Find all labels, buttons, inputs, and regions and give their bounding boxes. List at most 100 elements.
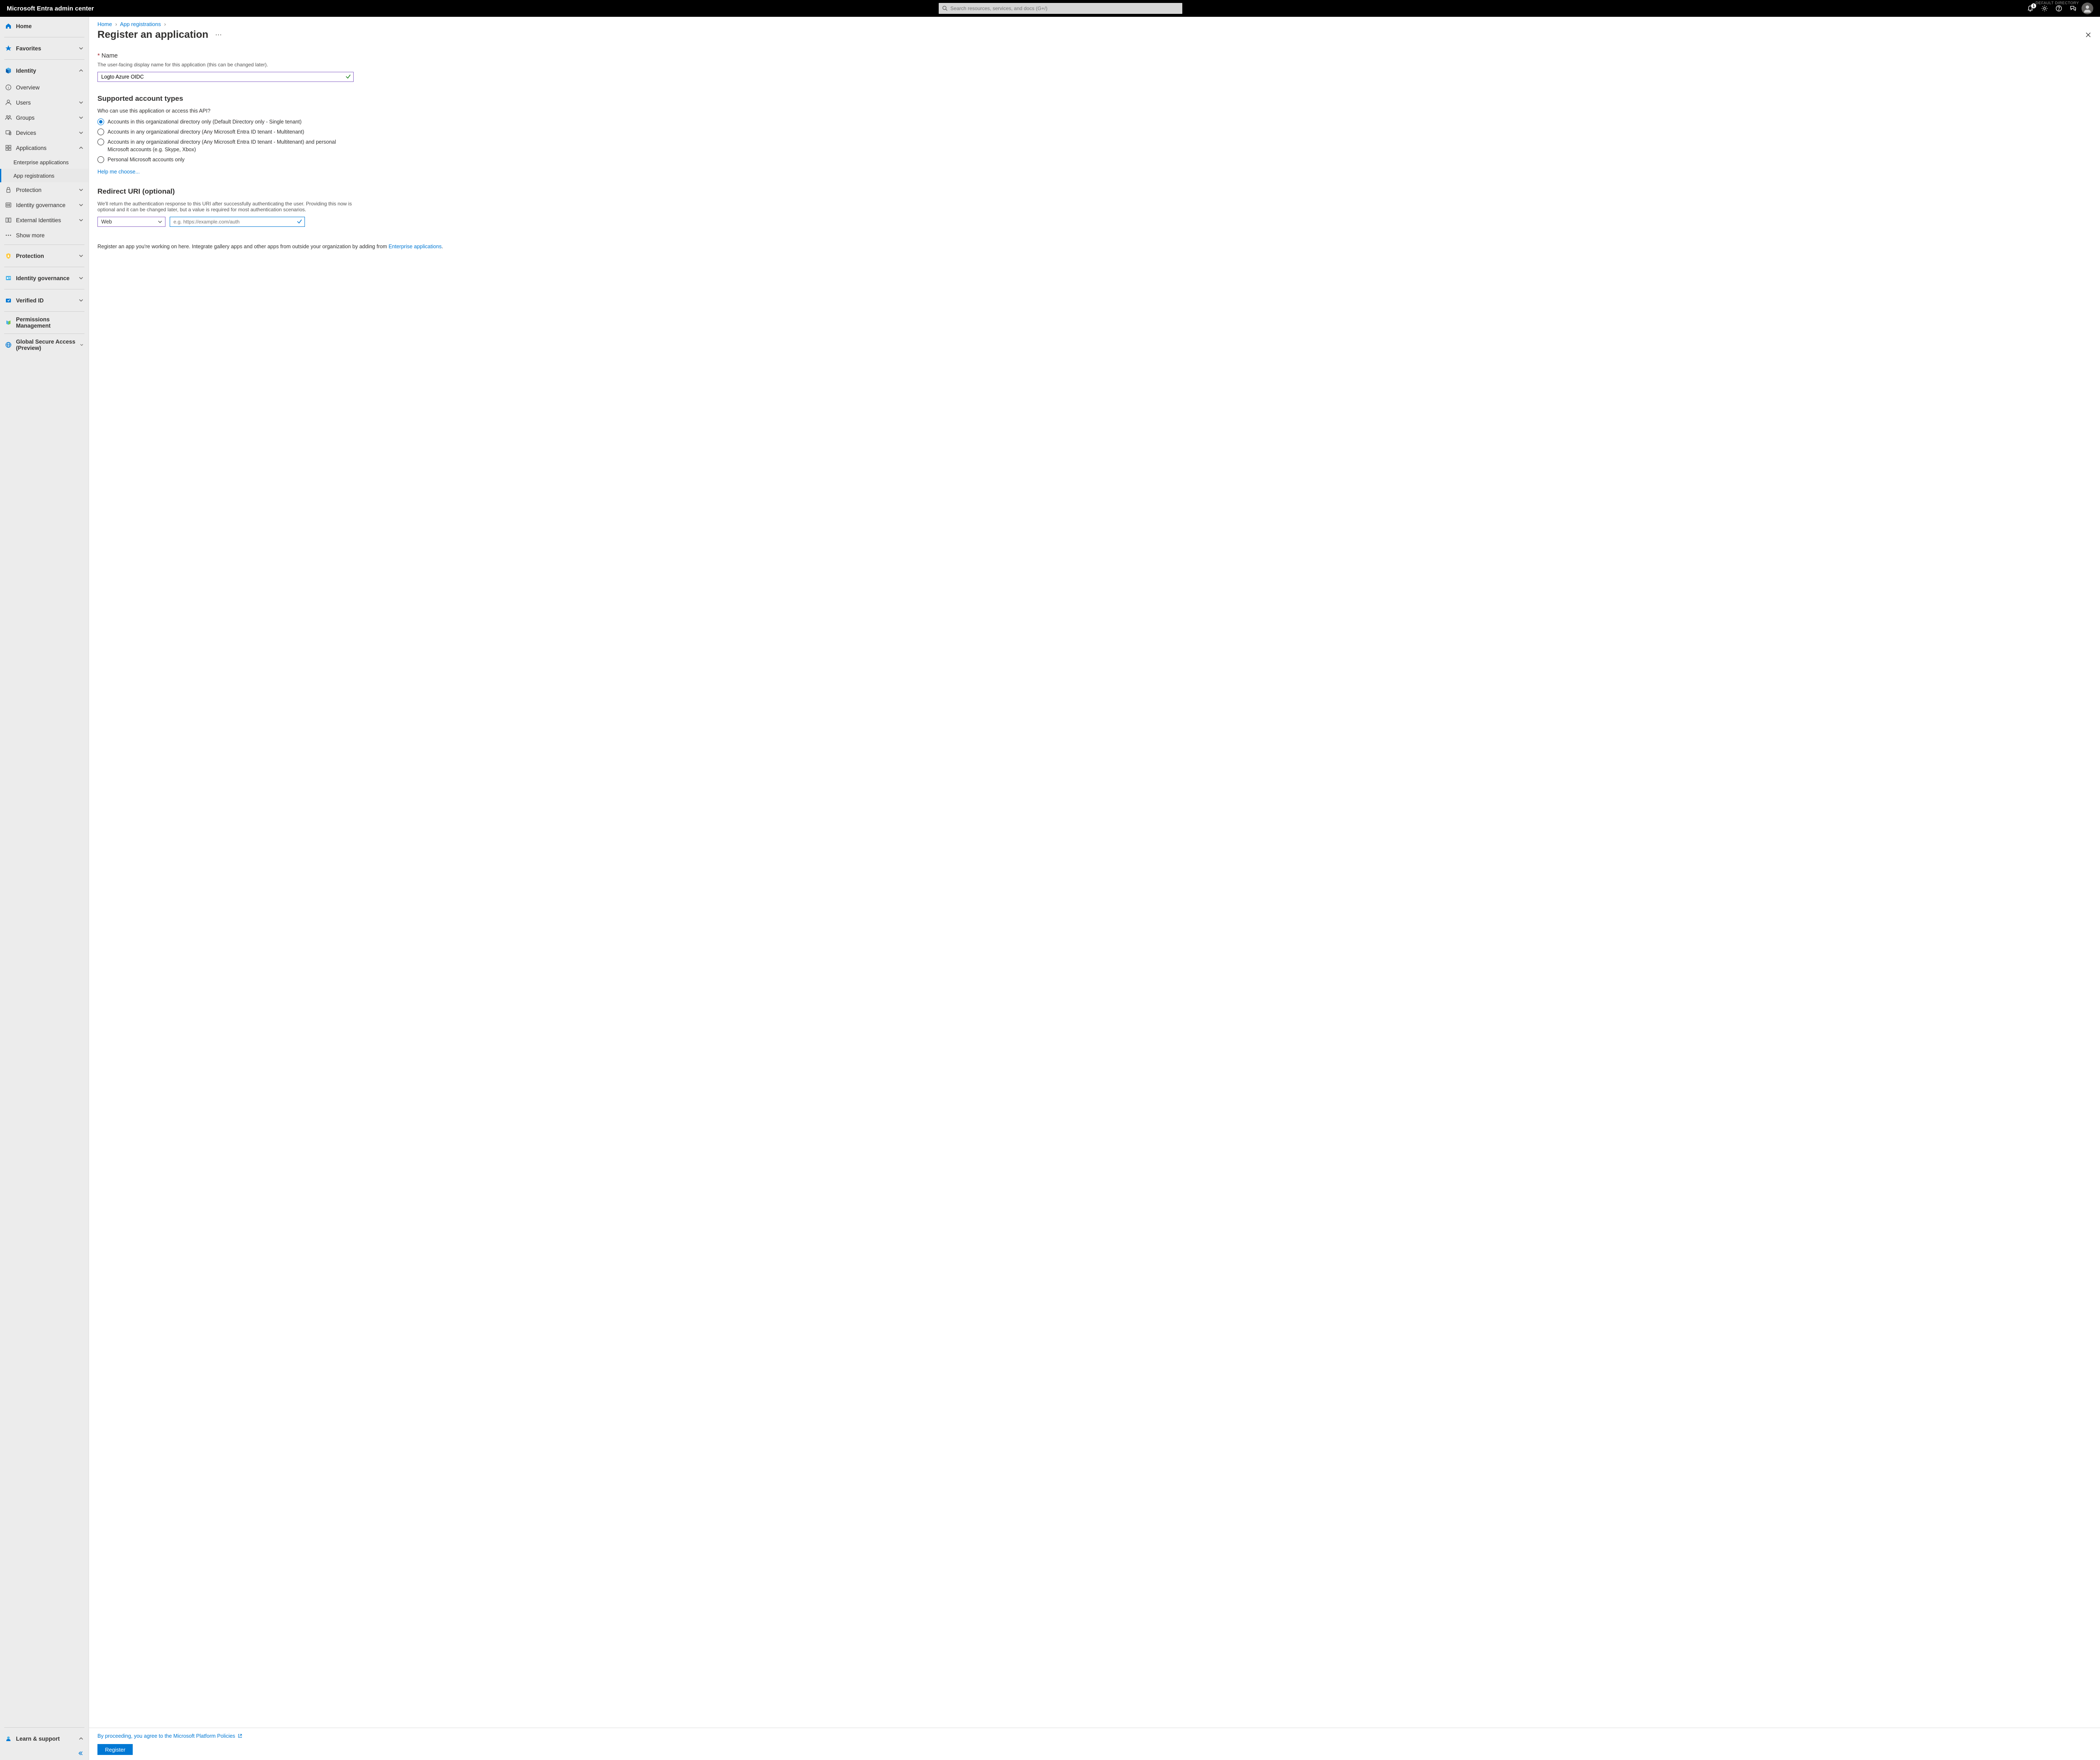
sidebar-global-secure[interactable]: Global Secure Access (Preview): [0, 336, 89, 354]
divider: [4, 59, 84, 60]
radio-icon: [97, 139, 104, 145]
collapse-sidebar-button[interactable]: [0, 1748, 89, 1760]
more-actions-button[interactable]: ⋯: [215, 31, 222, 39]
protection-icon: [5, 252, 12, 259]
account-type-option-0[interactable]: Accounts in this organizational director…: [97, 118, 442, 126]
star-icon: [5, 45, 12, 52]
main-panel: Home › App registrations › Register an a…: [89, 17, 2100, 1760]
breadcrumb-sep: ›: [164, 21, 166, 27]
register-button[interactable]: Register: [97, 1744, 133, 1755]
sidebar-label: Verified ID: [16, 297, 44, 304]
sidebar-permissions[interactable]: Permissions Management: [0, 313, 89, 332]
redirect-hint: We'll return the authentication response…: [97, 201, 354, 213]
brand-label: Microsoft Entra admin center: [7, 5, 94, 12]
external-icon: [5, 217, 12, 223]
radio-label: Accounts in this organizational director…: [108, 118, 302, 126]
sidebar-enterprise-apps[interactable]: Enterprise applications: [0, 155, 89, 169]
sidebar-id-gov-top[interactable]: Identity governance: [0, 269, 89, 287]
content: *Name The user-facing display name for t…: [89, 44, 2100, 1728]
radio-label: Accounts in any organizational directory…: [108, 128, 304, 136]
required-star: *: [97, 53, 100, 59]
account-type-option-1[interactable]: Accounts in any organizational directory…: [97, 128, 442, 136]
breadcrumb-app-reg[interactable]: App registrations: [120, 21, 161, 27]
radio-icon: [97, 118, 104, 125]
page-head: Register an application ⋯: [89, 29, 2100, 44]
sidebar-label: Identity governance: [16, 275, 70, 281]
sidebar-external-identities[interactable]: External Identities: [0, 213, 89, 228]
divider: [4, 244, 84, 245]
policies-link[interactable]: By proceeding, you agree to the Microsof…: [97, 1733, 235, 1739]
sidebar-identity[interactable]: Identity: [0, 61, 89, 80]
redirect-row: Web: [97, 217, 442, 227]
search-input[interactable]: [939, 3, 1182, 14]
account-type-option-2[interactable]: Accounts in any organizational directory…: [97, 138, 442, 153]
devices-icon: [5, 129, 12, 136]
sidebar-label: Favorites: [16, 45, 41, 52]
sidebar: Home Favorites Identity Overview Users G…: [0, 17, 89, 1760]
redirect-section: Redirect URI (optional) We'll return the…: [97, 187, 442, 227]
sidebar-label: Groups: [16, 115, 34, 121]
sidebar-protection-top[interactable]: Protection: [0, 247, 89, 265]
radio-label: Personal Microsoft accounts only: [108, 156, 184, 163]
chevron-down-icon: [79, 298, 84, 303]
sidebar-app-registrations[interactable]: App registrations: [0, 169, 89, 182]
sidebar-label: Identity: [16, 68, 36, 74]
notifications-icon[interactable]: 1: [2027, 5, 2034, 12]
account-type-option-3[interactable]: Personal Microsoft accounts only: [97, 156, 442, 163]
radio-icon: [97, 129, 104, 135]
sidebar-overview[interactable]: Overview: [0, 80, 89, 95]
sidebar-label: Devices: [16, 130, 36, 136]
chevron-down-icon: [79, 46, 84, 51]
sidebar-label: Protection: [16, 253, 44, 259]
sidebar-protection[interactable]: Protection: [0, 182, 89, 197]
governance-icon: [5, 202, 12, 208]
collapse-icon: [78, 1750, 84, 1756]
sidebar-label: Learn & support: [16, 1736, 60, 1742]
search-icon: [942, 5, 948, 11]
sidebar-devices[interactable]: Devices: [0, 125, 89, 140]
settings-icon[interactable]: [2041, 5, 2048, 12]
sidebar-groups[interactable]: Groups: [0, 110, 89, 125]
sidebar-label: Enterprise applications: [13, 159, 69, 165]
sidebar-id-governance[interactable]: Identity governance: [0, 197, 89, 213]
close-button[interactable]: [2085, 32, 2092, 38]
feedback-icon[interactable]: [2070, 5, 2076, 12]
sidebar-label: Global Secure Access (Preview): [16, 339, 80, 351]
breadcrumb-home[interactable]: Home: [97, 21, 112, 27]
sidebar-learn-support[interactable]: Learn & support: [0, 1729, 89, 1748]
chevron-down-icon: [79, 100, 84, 105]
divider: [4, 1727, 84, 1728]
search-wrap: [939, 3, 1182, 14]
support-icon: [5, 1735, 12, 1742]
sidebar-home[interactable]: Home: [0, 17, 89, 35]
platform-select[interactable]: Web: [97, 217, 165, 227]
sidebar-verified-id[interactable]: Verified ID: [0, 291, 89, 310]
avatar[interactable]: [2082, 3, 2093, 14]
enterprise-apps-link[interactable]: Enterprise applications: [388, 244, 441, 250]
help-icon[interactable]: [2055, 5, 2062, 12]
governance-top-icon: [5, 275, 12, 281]
check-icon: [345, 74, 351, 79]
sidebar-label: External Identities: [16, 217, 61, 223]
chevron-up-icon: [79, 145, 84, 150]
sidebar-applications[interactable]: Applications: [0, 140, 89, 155]
chevron-down-icon: [79, 218, 84, 223]
chevron-down-icon: [158, 219, 163, 224]
more-icon: [5, 232, 12, 239]
sidebar-label: Overview: [16, 84, 39, 91]
identity-icon: [5, 67, 12, 74]
info-icon: [5, 84, 12, 91]
redirect-uri-input[interactable]: [170, 217, 305, 227]
chevron-up-icon: [79, 1736, 84, 1741]
breadcrumb-sep: ›: [115, 21, 117, 27]
sidebar-users[interactable]: Users: [0, 95, 89, 110]
sidebar-label: Permissions Management: [16, 316, 84, 329]
sidebar-label: App registrations: [13, 173, 55, 179]
chevron-down-icon: [79, 253, 84, 258]
name-input[interactable]: [97, 72, 354, 82]
sidebar-show-more[interactable]: Show more: [0, 228, 89, 243]
sidebar-label: Applications: [16, 145, 47, 151]
permissions-icon: [5, 319, 12, 326]
help-me-choose-link[interactable]: Help me choose...: [97, 169, 140, 175]
sidebar-favorites[interactable]: Favorites: [0, 39, 89, 58]
